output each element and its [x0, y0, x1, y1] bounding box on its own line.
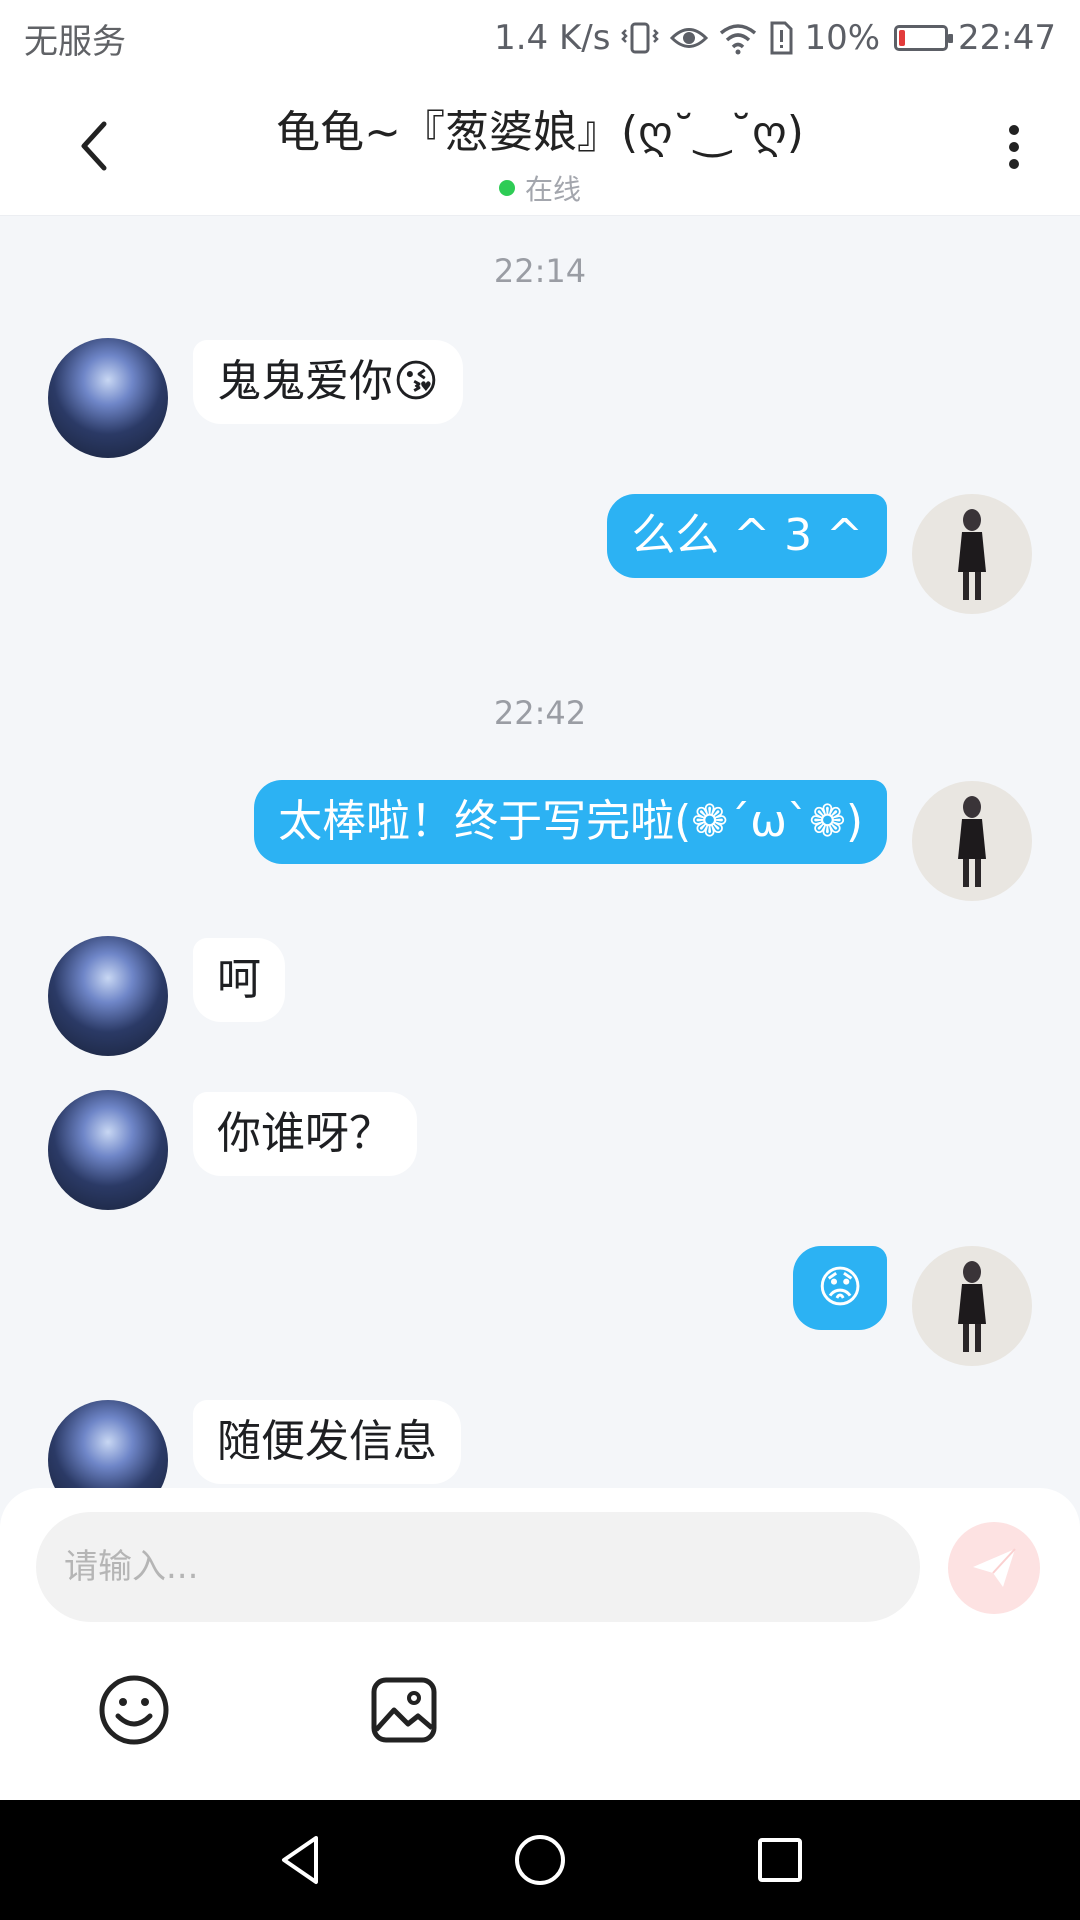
contact-avatar[interactable]	[48, 936, 168, 1056]
battery-percent: 10%	[804, 18, 881, 58]
title-block: 龟龟~『葱婆娘』(ღ˘‿˘ღ) 在线	[190, 96, 890, 208]
circle-home-icon	[515, 1835, 565, 1885]
back-button[interactable]	[70, 114, 122, 178]
status-right: 1.4 K/s 10% 22:47	[494, 18, 1056, 58]
outgoing-message[interactable]: 😟	[793, 1246, 887, 1330]
network-speed: 1.4 K/s	[494, 18, 611, 58]
triangle-back-icon	[282, 1836, 318, 1884]
carrier-label: 无服务	[24, 21, 126, 62]
nav-recents-button[interactable]	[750, 1830, 810, 1890]
nav-back-button[interactable]	[270, 1830, 330, 1890]
vibrate-icon	[620, 20, 660, 56]
wifi-icon	[718, 21, 758, 55]
emoji-button[interactable]	[96, 1672, 172, 1748]
incoming-message[interactable]: 鬼鬼爱你😘	[193, 340, 463, 424]
send-icon	[973, 1548, 1016, 1587]
contact-avatar[interactable]	[48, 1400, 168, 1488]
system-navigation-bar	[0, 1800, 1080, 1920]
composer	[0, 1488, 1080, 1800]
more-vertical-icon	[1009, 125, 1019, 169]
square-recents-icon	[758, 1838, 802, 1882]
incoming-message[interactable]: 呵	[193, 938, 285, 1022]
chevron-left-icon	[81, 121, 107, 171]
message-list[interactable]: 22:14 鬼鬼爱你😘 么么 ^ 3 ^ 22:42 太棒啦！终于写完啦(❁´ω…	[0, 216, 1080, 1488]
status-bar: 无服务 1.4 K/s 10% 22:47	[0, 0, 1080, 76]
contact-avatar[interactable]	[48, 1090, 168, 1210]
timestamp: 22:42	[493, 694, 587, 732]
smiley-icon	[99, 1675, 169, 1745]
image-button[interactable]	[366, 1672, 442, 1748]
presence-status: 在线	[190, 168, 890, 208]
sim-alert-icon	[768, 21, 794, 55]
send-button[interactable]	[948, 1522, 1040, 1614]
outgoing-message[interactable]: 太棒啦！终于写完啦(❁´ω`❁)	[254, 780, 887, 864]
clock: 22:47	[958, 18, 1056, 58]
chat-screen: 无服务 1.4 K/s 10% 22:47 龟龟~『葱婆娘』(ღ˘‿˘ღ) 在线…	[0, 0, 1080, 1920]
my-avatar[interactable]	[912, 494, 1032, 614]
online-dot-icon	[498, 180, 515, 196]
my-avatar[interactable]	[912, 781, 1032, 901]
chat-header: 龟龟~『葱婆娘』(ღ˘‿˘ღ) 在线	[0, 76, 1080, 216]
more-options-button[interactable]	[994, 112, 1034, 182]
message-input[interactable]	[36, 1512, 920, 1622]
outgoing-message[interactable]: 么么 ^ 3 ^	[607, 494, 887, 578]
presence-label: 在线	[524, 173, 581, 206]
image-icon	[371, 1677, 437, 1743]
nav-home-button[interactable]	[510, 1830, 570, 1890]
eye-icon	[670, 23, 709, 53]
incoming-message[interactable]: 随便发信息	[193, 1400, 461, 1484]
battery-icon	[894, 25, 954, 51]
battery-level	[899, 30, 906, 46]
incoming-message[interactable]: 你谁呀？	[193, 1092, 417, 1176]
my-avatar[interactable]	[912, 1246, 1032, 1366]
contact-avatar[interactable]	[48, 338, 168, 458]
timestamp: 22:14	[493, 252, 587, 290]
contact-name: 龟龟~『葱婆娘』(ღ˘‿˘ღ)	[276, 107, 804, 158]
